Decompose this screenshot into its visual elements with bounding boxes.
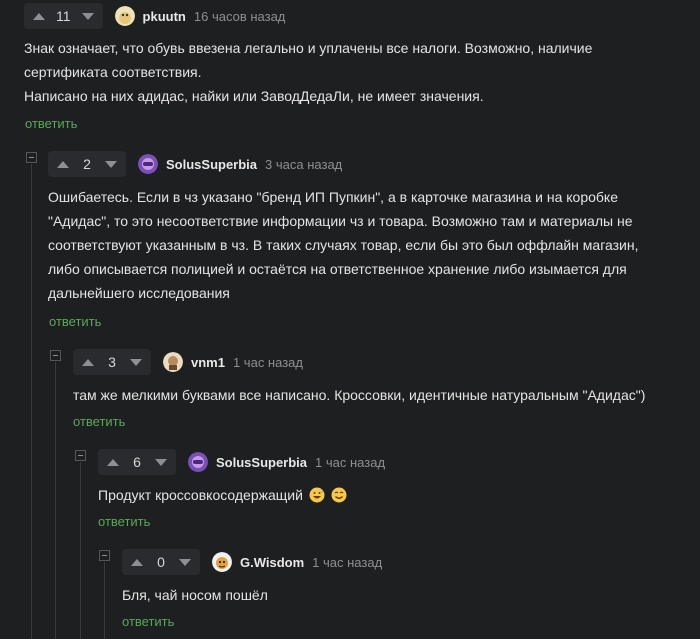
comment-line: там же мелкими буквами все написано. Кро… [73,387,646,403]
username[interactable]: G.Wisdom [240,555,304,570]
comment-header: 2 SolusSuperbia 3 часа назад [48,149,342,179]
collapse-minus-icon[interactable] [99,550,110,561]
comment-line: Ошибаетесь. Если в чз указано "бренд ИП … [48,189,618,205]
thread-line-level-1 [31,164,32,639]
timestamp[interactable]: 3 часа назад [265,157,342,172]
reply-link[interactable]: ответить [73,414,125,429]
reply-link[interactable]: ответить [25,116,77,131]
avatar-solussuperbia-icon[interactable] [188,452,208,472]
comment-line: Продукт кроссовкосодержащий [98,487,303,503]
avatar-solussuperbia-icon[interactable] [138,154,158,174]
thread-line-level-2 [55,362,56,639]
vote-count: 6 [133,454,141,470]
comment-line: дальнейшего исследования [48,285,230,301]
comment-body: Бля, чай носом пошёл [122,583,682,607]
chevron-up-icon[interactable] [104,453,122,471]
avatar-gwisdom-icon[interactable] [212,552,232,572]
comment-body: там же мелкими буквами все написано. Кро… [73,383,693,407]
comment-line: соответствуют указанным в чз. В таких сл… [48,237,639,253]
comment-line: Написано на них адидас, найки или ЗаводД… [24,88,484,104]
chevron-up-icon[interactable] [79,353,97,371]
vote-widget: 6 [98,449,176,475]
vote-count: 3 [108,354,116,370]
avatar-pkuutn-icon[interactable] [114,6,135,26]
smiling-emoji-icon [331,486,347,510]
avatar-vnm1-icon[interactable] [163,352,183,372]
chevron-up-icon[interactable] [30,7,48,25]
reply-link[interactable]: ответить [122,614,174,629]
timestamp[interactable]: 16 часов назад [194,9,286,24]
vote-count: 11 [56,8,71,24]
collapse-minus-icon[interactable] [26,152,37,163]
chevron-down-icon[interactable] [102,155,120,173]
comment-line: Бля, чай носом пошёл [122,587,268,603]
vote-widget: 3 [73,349,151,375]
reply-link[interactable]: ответить [49,314,101,329]
reply-link[interactable]: ответить [98,514,150,529]
timestamp[interactable]: 1 час назад [315,455,385,470]
comment-body: Ошибаетесь. Если в чз указано "бренд ИП … [48,185,688,305]
comment-header: 0 G.Wisdom 1 час назад [122,547,382,577]
username[interactable]: SolusSuperbia [166,157,257,172]
thread-line-level-3 [80,462,81,639]
vote-count: 2 [83,156,91,172]
comment-body: Знак означает, что обувь ввезена легальн… [24,36,684,108]
comment-line: "Адидас", то это несоответствие информац… [48,213,633,229]
comment-header: 6 SolusSuperbia 1 час назад [98,447,385,477]
comment-body: Продукт кроссовкосодержащий [98,483,688,510]
username[interactable]: pkuutn [143,9,186,24]
chevron-up-icon[interactable] [54,155,72,173]
grinning-sweat-emoji-icon [309,486,325,510]
chevron-up-icon[interactable] [128,553,146,571]
comment-header: 3 vnm1 1 час назад [73,347,303,377]
chevron-down-icon[interactable] [176,553,194,571]
chevron-down-icon[interactable] [127,353,145,371]
vote-widget: 2 [48,151,126,177]
chevron-down-icon[interactable] [79,7,97,25]
vote-widget: 0 [122,549,200,575]
chevron-down-icon[interactable] [152,453,170,471]
timestamp[interactable]: 1 час назад [233,355,303,370]
thread-line-level-4 [104,562,105,639]
username[interactable]: SolusSuperbia [216,455,307,470]
vote-widget: 11 [24,3,103,29]
username[interactable]: vnm1 [191,355,225,370]
timestamp[interactable]: 1 час назад [312,555,382,570]
comment-line: Знак означает, что обувь ввезена легальн… [24,40,593,56]
comment-line: сертификата соответствия. [24,64,202,80]
comment-header: 11 pkuutn 16 часов назад [24,1,285,31]
vote-count: 0 [157,554,165,570]
comment-line: либо описывается полицией и остаётся на … [48,261,627,277]
collapse-minus-icon[interactable] [75,450,86,461]
collapse-minus-icon[interactable] [50,350,61,361]
